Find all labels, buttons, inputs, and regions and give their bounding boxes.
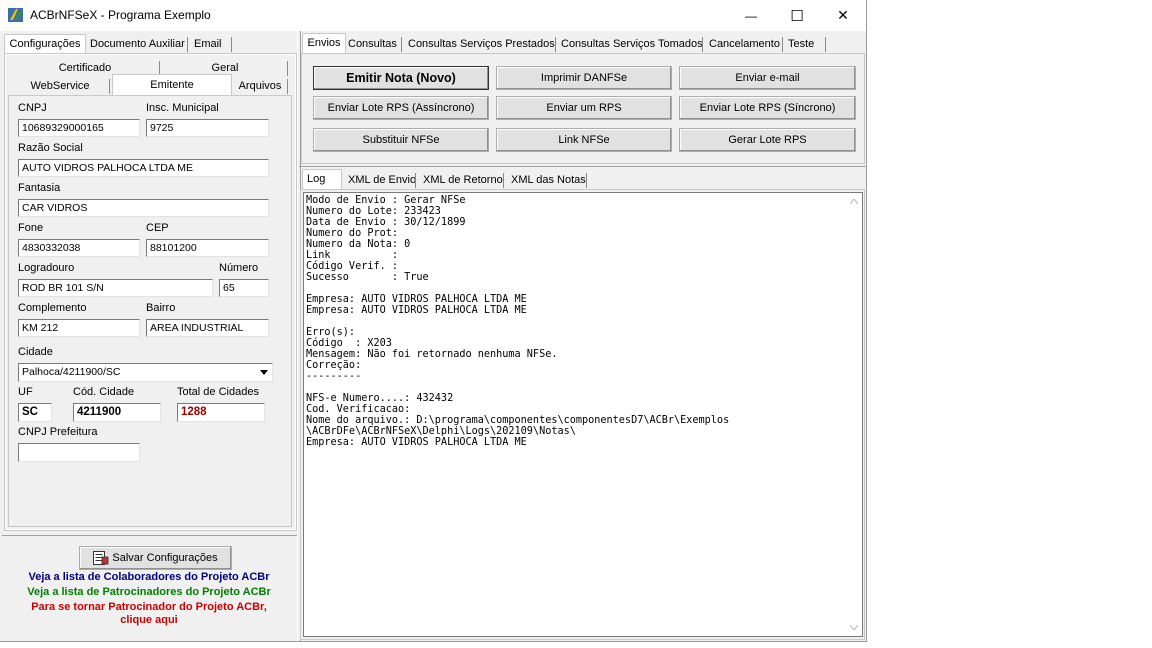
enviar-um-rps-button[interactable]: Enviar um RPS bbox=[496, 96, 672, 120]
tab-label: Cancelamento bbox=[709, 38, 780, 50]
cep-field[interactable]: 88101200 bbox=[146, 239, 269, 257]
scroll-up-icon[interactable] bbox=[850, 199, 858, 204]
tab-label: XML de Retorno bbox=[423, 174, 503, 186]
save-config-icon bbox=[93, 551, 109, 565]
bairro-field[interactable]: AREA INDUSTRIAL bbox=[146, 319, 269, 337]
tab-xml-notas[interactable]: XML das Notas bbox=[511, 171, 587, 189]
enviar-email-button[interactable]: Enviar e-mail bbox=[679, 66, 856, 90]
tab-label: Email bbox=[194, 38, 222, 50]
tab-log[interactable]: Log bbox=[302, 169, 342, 189]
cod-cidade-label: Cód. Cidade bbox=[73, 386, 135, 398]
logradouro-label: Logradouro bbox=[18, 262, 75, 274]
tab-label: Certificado bbox=[58, 62, 112, 74]
complemento-field[interactable]: KM 212 bbox=[18, 319, 140, 337]
tab-label: Teste bbox=[788, 38, 815, 50]
horizontal-separator bbox=[299, 166, 866, 167]
tab-label: XML de Envio bbox=[348, 174, 417, 186]
cidade-label: Cidade bbox=[18, 346, 53, 358]
scroll-down-icon[interactable] bbox=[850, 625, 858, 630]
tab-label: Arquivos bbox=[238, 80, 282, 92]
tab-label: Consultas Serviços Tomados bbox=[561, 38, 703, 50]
emitir-nota-button[interactable]: Emitir Nota (Novo) bbox=[313, 66, 489, 90]
tab-label: Consultas Serviços Prestados bbox=[408, 38, 555, 50]
salvar-configuracoes-button[interactable]: Salvar Configurações bbox=[79, 546, 232, 570]
enviar-lote-assincrono-button[interactable]: Enviar Lote RPS (Assíncrono) bbox=[313, 96, 489, 120]
fantasia-field[interactable]: CAR VIDROS bbox=[18, 199, 269, 217]
chevron-down-icon[interactable] bbox=[256, 365, 271, 380]
cidade-value: Palhoca/4211900/SC bbox=[22, 366, 121, 378]
cnpj-prefeitura-label: CNPJ Prefeitura bbox=[18, 426, 98, 438]
numero-label: Número bbox=[219, 262, 259, 274]
uf-label: UF bbox=[18, 386, 33, 398]
vertical-scrollbar[interactable] bbox=[846, 193, 862, 636]
link-tornar-patrocinador[interactable]: Para se tornar Patrocinador do Projeto A… bbox=[4, 601, 294, 613]
total-cidades-field[interactable]: 1288 bbox=[177, 403, 265, 422]
tab-consultas-prestados[interactable]: Consultas Serviços Prestados bbox=[408, 35, 556, 53]
imprimir-danfse-button[interactable]: Imprimir DANFSe bbox=[496, 66, 672, 90]
fone-field[interactable]: 4830332038 bbox=[18, 239, 140, 257]
tab-consultas-tomados[interactable]: Consultas Serviços Tomados bbox=[561, 35, 703, 53]
log-text: Modo de Envio : Gerar NFSe Numero do Lot… bbox=[306, 195, 730, 448]
link-nfse-button[interactable]: Link NFSe bbox=[496, 128, 672, 152]
tab-consultas[interactable]: Consultas bbox=[348, 35, 402, 53]
tab-label: Emitente bbox=[150, 79, 194, 91]
tab-label: Log bbox=[307, 173, 326, 185]
minimize-icon: — bbox=[745, 8, 757, 23]
tab-label: Consultas bbox=[348, 38, 397, 50]
tab-configuracoes[interactable]: Configurações bbox=[4, 34, 86, 53]
complemento-label: Complemento bbox=[18, 302, 87, 314]
log-memo[interactable]: Modo de Envio : Gerar NFSe Numero do Lot… bbox=[303, 192, 863, 637]
cnpj-label: CNPJ bbox=[18, 102, 47, 114]
tab-label: Documento Auxiliar bbox=[90, 38, 185, 50]
enviar-lote-sincrono-button[interactable]: Enviar Lote RPS (Síncrono) bbox=[679, 96, 856, 120]
tab-teste[interactable]: Teste bbox=[788, 35, 826, 53]
window-title: ACBrNFSeX - Programa Exemplo bbox=[30, 8, 211, 22]
uf-field[interactable]: SC bbox=[18, 403, 52, 422]
link-patrocinadores[interactable]: Veja a lista de Patrocinadores do Projet… bbox=[4, 586, 294, 598]
insc-municipal-label: Insc. Municipal bbox=[146, 102, 219, 114]
fantasia-label: Fantasia bbox=[18, 182, 61, 194]
maximize-button[interactable]: ☐ bbox=[774, 0, 820, 31]
app-icon bbox=[8, 8, 23, 22]
insc-municipal-field[interactable]: 9725 bbox=[146, 119, 269, 137]
tab-documento-auxiliar[interactable]: Documento Auxiliar bbox=[88, 35, 188, 53]
main-window: ACBrNFSeX - Programa Exemplo — ☐ ✕ Confi… bbox=[0, 0, 867, 642]
close-icon: ✕ bbox=[837, 7, 849, 23]
gerar-lote-rps-button[interactable]: Gerar Lote RPS bbox=[679, 128, 856, 152]
close-button[interactable]: ✕ bbox=[820, 0, 866, 31]
tab-label: WebService bbox=[30, 80, 90, 92]
cnpj-prefeitura-field[interactable] bbox=[18, 443, 140, 462]
tab-emitente[interactable]: Emitente bbox=[112, 74, 232, 96]
link-clique-aqui[interactable]: clique aqui bbox=[4, 614, 294, 626]
razao-social-label: Razão Social bbox=[18, 142, 83, 154]
substituir-nfse-button[interactable]: Substituir NFSe bbox=[313, 128, 489, 152]
tab-label: Envios bbox=[307, 37, 341, 49]
link-colaboradores[interactable]: Veja a lista de Colaboradores do Projeto… bbox=[4, 571, 294, 583]
tab-cancelamento[interactable]: Cancelamento bbox=[709, 35, 783, 53]
numero-field[interactable]: 65 bbox=[219, 279, 269, 297]
maximize-icon: ☐ bbox=[790, 7, 804, 25]
logradouro-field[interactable]: ROD BR 101 S/N bbox=[18, 279, 213, 297]
razao-social-field[interactable]: AUTO VIDROS PALHOCA LTDA ME bbox=[18, 159, 269, 177]
fone-label: Fone bbox=[18, 222, 44, 234]
minimize-button[interactable]: — bbox=[728, 0, 774, 31]
cnpj-field[interactable]: 10689329000165 bbox=[18, 119, 140, 137]
tab-label: Geral bbox=[211, 62, 239, 74]
total-cidades-label: Total de Cidades bbox=[177, 386, 259, 398]
bairro-label: Bairro bbox=[146, 302, 176, 314]
title-bar: ACBrNFSeX - Programa Exemplo — ☐ ✕ bbox=[0, 0, 866, 31]
cep-label: CEP bbox=[146, 222, 169, 234]
salvar-label: Salvar Configurações bbox=[112, 552, 218, 564]
cidade-select[interactable]: Palhoca/4211900/SC bbox=[18, 363, 273, 382]
tab-label: XML das Notas bbox=[511, 174, 586, 186]
tab-envios[interactable]: Envios bbox=[302, 33, 346, 54]
tab-label: Configurações bbox=[9, 38, 81, 50]
cod-cidade-field[interactable]: 4211900 bbox=[73, 403, 161, 422]
tab-arquivos[interactable]: Arquivos bbox=[232, 77, 288, 95]
tab-email[interactable]: Email bbox=[192, 35, 232, 53]
tab-xml-envio[interactable]: XML de Envio bbox=[348, 171, 416, 189]
tab-webservice[interactable]: WebService bbox=[10, 77, 110, 95]
tab-xml-retorno[interactable]: XML de Retorno bbox=[423, 171, 504, 189]
